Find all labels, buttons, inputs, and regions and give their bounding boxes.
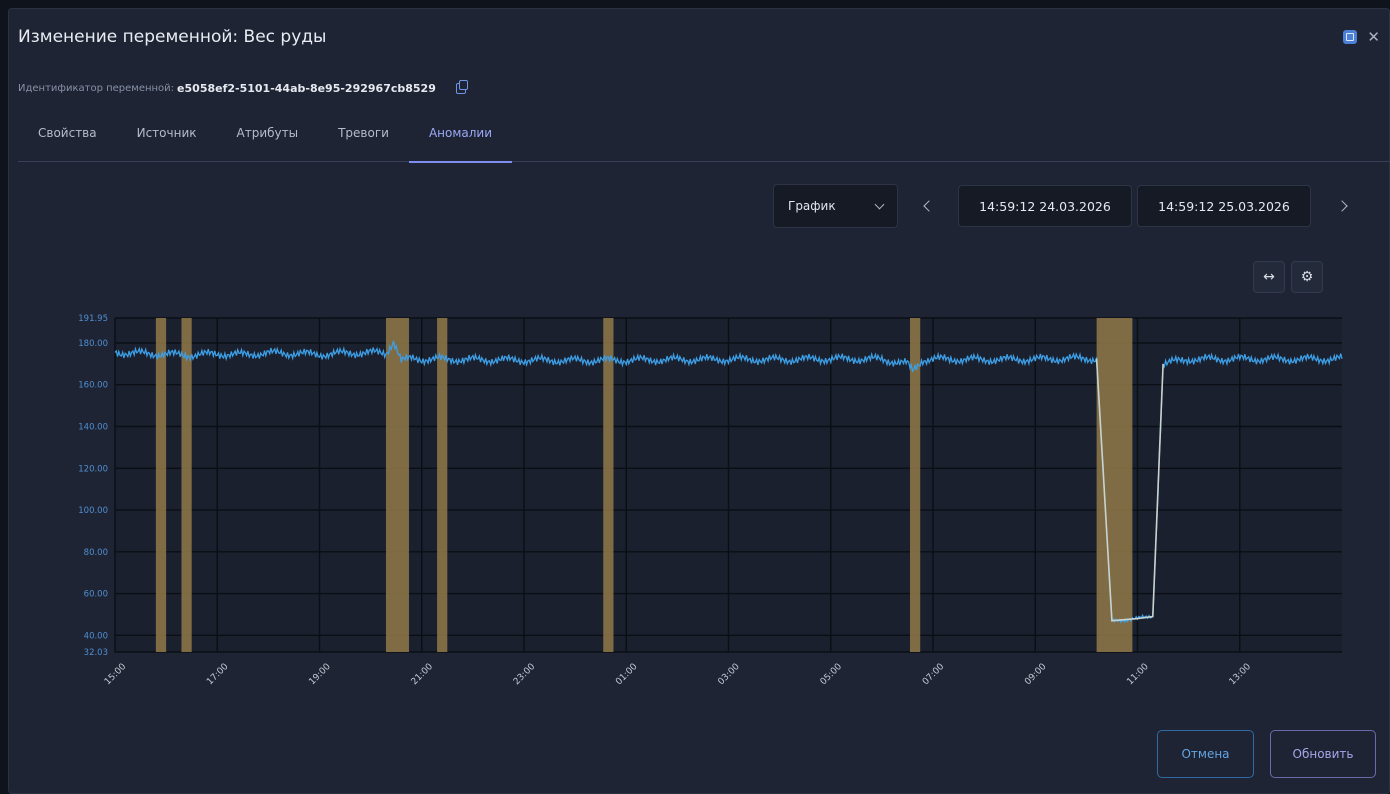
x-tick-label: 19:00 xyxy=(307,662,333,688)
y-tick-label: 120.00 xyxy=(78,464,108,474)
anomaly-band xyxy=(385,318,409,652)
y-tick-label: 191.95 xyxy=(78,314,108,324)
anomaly-band xyxy=(181,318,192,652)
x-tick-label: 23:00 xyxy=(512,662,538,688)
y-tick-label: 32.03 xyxy=(84,648,108,658)
y-tick-label: 180.00 xyxy=(78,339,108,349)
refresh-button[interactable]: Обновить xyxy=(1270,730,1376,778)
cancel-button[interactable]: Отмена xyxy=(1157,730,1254,778)
x-tick-label: 21:00 xyxy=(410,662,436,688)
x-tick-label: 09:00 xyxy=(1023,662,1049,688)
y-tick-label: 80.00 xyxy=(84,548,108,558)
x-tick-label: 01:00 xyxy=(614,662,640,688)
y-tick-label: 140.00 xyxy=(78,422,108,432)
x-tick-label: 03:00 xyxy=(716,662,742,688)
anomaly-band xyxy=(1096,318,1133,652)
x-tick-label: 11:00 xyxy=(1125,662,1151,688)
x-tick-label: 07:00 xyxy=(921,662,947,688)
y-tick-label: 60.00 xyxy=(84,590,108,600)
y-tick-label: 100.00 xyxy=(78,506,108,516)
anomaly-band xyxy=(603,318,614,652)
y-tick-label: 160.00 xyxy=(78,381,108,391)
x-tick-label: 13:00 xyxy=(1228,662,1254,688)
anomaly-band xyxy=(155,318,167,652)
x-tick-label: 05:00 xyxy=(819,662,845,688)
anomaly-band xyxy=(437,318,448,652)
chart: 32.03 40.00 60.00 80.00 100.00 120.00 140.00 16… xyxy=(78,314,1343,688)
x-tick-label: 17:00 xyxy=(205,662,231,688)
y-tick-label: 40.00 xyxy=(84,631,108,641)
x-tick-label: 15:00 xyxy=(103,662,129,688)
